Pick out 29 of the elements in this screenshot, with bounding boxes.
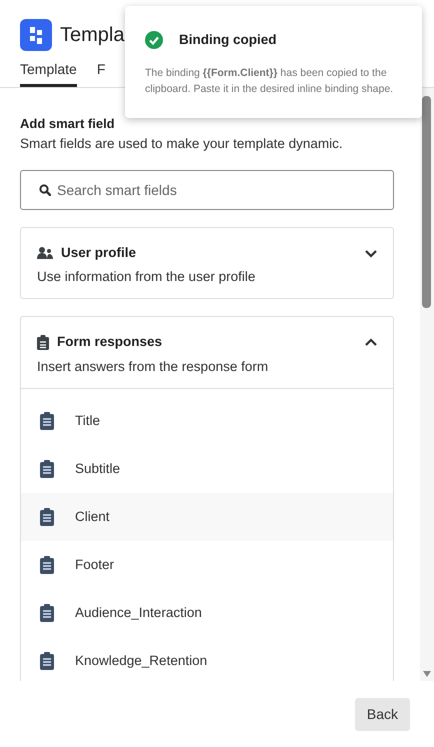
clipboard-icon	[39, 458, 55, 479]
list-item[interactable]: Client	[21, 492, 393, 541]
tab[interactable]: Template	[20, 59, 77, 87]
clipboard-icon	[39, 602, 55, 623]
check-icon	[145, 31, 163, 50]
page-title: Templa	[60, 23, 124, 48]
tab[interactable]: F	[96, 59, 106, 87]
section-description: Smart fields are used to make your template dynamic.	[20, 134, 344, 153]
scrollbar[interactable]	[420, 88, 434, 681]
users-icon	[37, 246, 53, 260]
scroll-down-icon	[423, 671, 431, 677]
panel-description: Use information from the user profile	[37, 268, 256, 286]
section-heading: Add smart field	[20, 115, 116, 133]
chevron-up-icon[interactable]	[365, 338, 377, 348]
panel-title: Form responses	[57, 333, 162, 352]
logo-icon	[20, 19, 52, 51]
chevron-down-icon[interactable]	[365, 248, 377, 258]
toast-message: The binding {{Form.Client}} has been copied to the clipboard. Paste it in the desired inline binding shape.	[145, 66, 394, 97]
scroll-thumb[interactable]	[422, 96, 431, 308]
clipboard-icon	[37, 334, 49, 350]
clipboard-icon	[39, 554, 55, 575]
toast-title: Binding copied	[179, 31, 276, 49]
clipboard-icon	[39, 410, 55, 431]
search-field[interactable]: Search smart fields	[20, 170, 394, 210]
panel-description: Insert answers from the response form	[37, 358, 270, 376]
clipboard-icon	[39, 650, 55, 671]
panel-title: User profile	[61, 244, 136, 262]
back-button[interactable]: Back	[354, 698, 410, 730]
clipboard-icon	[39, 506, 55, 527]
